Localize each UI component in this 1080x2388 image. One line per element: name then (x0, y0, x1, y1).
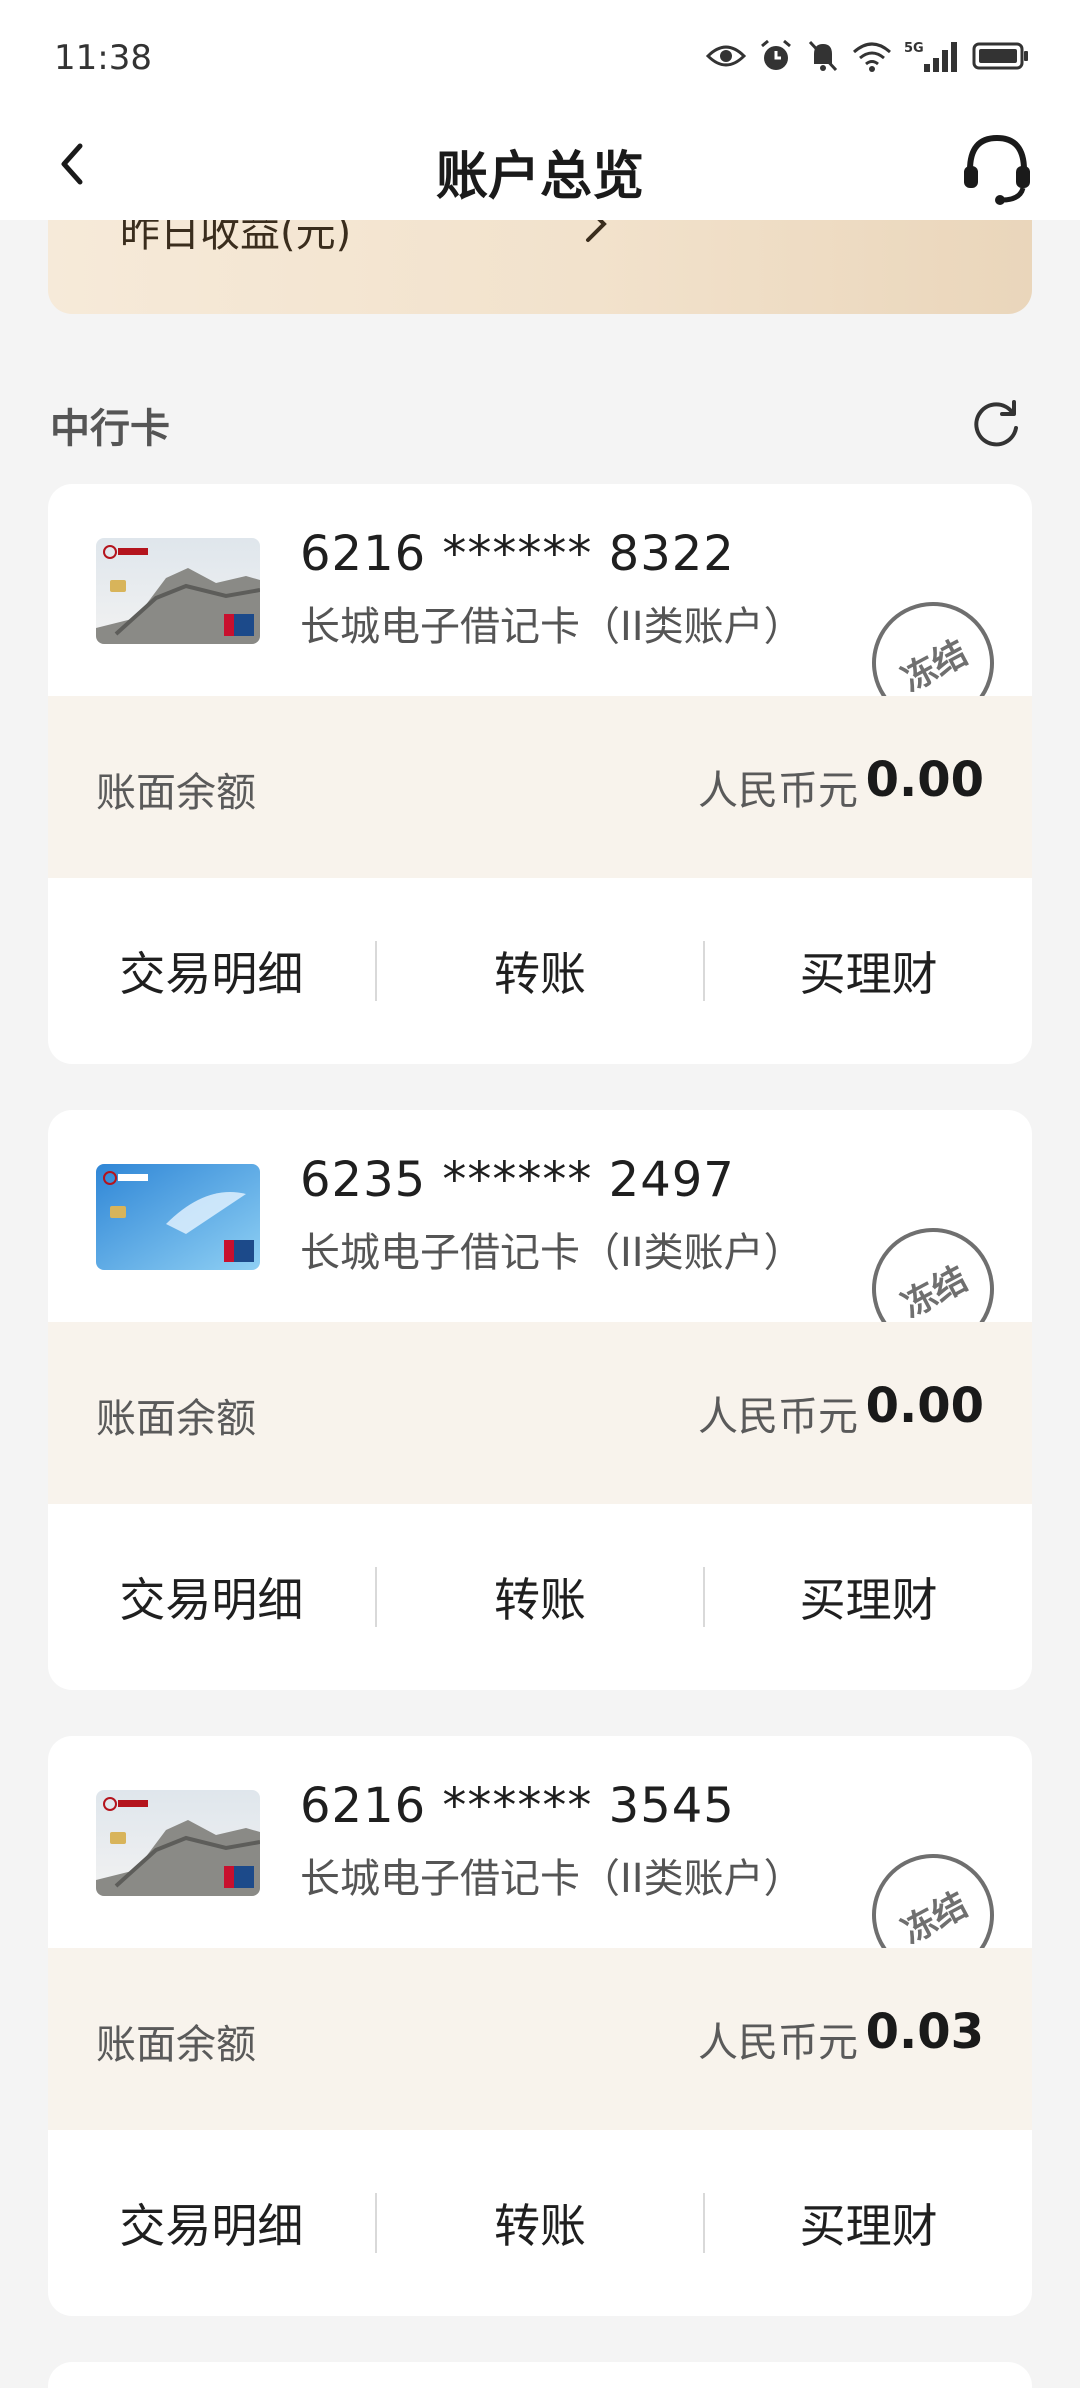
card-actions: 交易明细 转账 买理财 (48, 2130, 1032, 2316)
balance-row: 账面余额 人民币元 0.03 (48, 1948, 1032, 2130)
card-type: 长城电子借记卡（II类账户） (300, 1856, 804, 1902)
page-title: 账户总览 (435, 147, 644, 207)
signal-icon: 5G (904, 41, 957, 72)
wifi-icon (853, 42, 891, 72)
section-title: 中行卡 (50, 406, 170, 452)
transaction-details-button[interactable]: 交易明细 (48, 2190, 375, 2256)
buy-wealth-button[interactable]: 买理财 (705, 938, 1032, 1004)
account-card[interactable]: 6235 ****** 2497 长城电子借记卡（II类账户） 冻结 账面余额 … (48, 1110, 1032, 1690)
card-type: 长城电子借记卡（II类账户） (300, 604, 804, 650)
account-card-partial[interactable] (48, 2362, 1032, 2388)
buy-wealth-button[interactable]: 买理财 (705, 1564, 1032, 1630)
transfer-button[interactable]: 转账 (377, 2190, 704, 2256)
balance-amount: 0.03 (865, 2004, 984, 2060)
currency-label: 人民币元 (698, 1394, 858, 1440)
currency-label: 人民币元 (698, 768, 858, 814)
card-number: 6216 ****** 3545 (300, 1778, 735, 1834)
network-label: 5G (904, 41, 924, 56)
status-time: 11:38 (54, 38, 152, 78)
balance-row: 账面余额 人民币元 0.00 (48, 1322, 1032, 1504)
transfer-button[interactable]: 转账 (377, 1564, 704, 1630)
card-actions: 交易明细 转账 买理财 (48, 878, 1032, 1064)
balance-amount: 0.00 (865, 752, 984, 808)
card-image-great-wall (96, 1790, 260, 1896)
card-image-blue (96, 1164, 260, 1270)
alarm-icon (761, 39, 791, 70)
buy-wealth-button[interactable]: 买理财 (705, 2190, 1032, 2256)
transaction-details-button[interactable]: 交易明细 (48, 1564, 375, 1630)
refresh-button[interactable] (968, 396, 1024, 452)
account-card[interactable]: 6216 ****** 3545 长城电子借记卡（II类账户） 冻结 账面余额 … (48, 1736, 1032, 2316)
refresh-icon (974, 400, 1018, 447)
status-bar: 11:38 5G (0, 0, 1080, 110)
card-type: 长城电子借记卡（II类账户） (300, 1230, 804, 1276)
eye-icon (706, 45, 746, 67)
transaction-details-button[interactable]: 交易明细 (48, 938, 375, 1004)
transfer-button[interactable]: 转账 (377, 938, 704, 1004)
battery-icon (972, 42, 1028, 70)
balance-label: 账面余额 (96, 770, 256, 816)
balance-label: 账面余额 (96, 2022, 256, 2068)
customer-service-button[interactable] (956, 126, 1038, 208)
card-number: 6216 ****** 8322 (300, 526, 735, 582)
status-icons: 5G (706, 36, 1030, 76)
balance-label: 账面余额 (96, 1396, 256, 1442)
card-actions: 交易明细 转账 买理财 (48, 1504, 1032, 1690)
card-image-great-wall (96, 538, 260, 644)
balance-amount: 0.00 (865, 1378, 984, 1434)
currency-label: 人民币元 (698, 2020, 858, 2066)
nav-bar: 账户总览 (0, 110, 1080, 220)
mute-bell-icon (808, 40, 838, 72)
account-card[interactable]: 6216 ****** 8322 长城电子借记卡（II类账户） 冻结 账面余额 … (48, 484, 1032, 1064)
balance-row: 账面余额 人民币元 0.00 (48, 696, 1032, 878)
frozen-label: 冻结 (895, 1884, 975, 1952)
headset-icon (964, 134, 1030, 205)
frozen-label: 冻结 (895, 1258, 975, 1326)
card-number: 6235 ****** 2497 (300, 1152, 735, 1208)
frozen-label: 冻结 (895, 632, 975, 700)
